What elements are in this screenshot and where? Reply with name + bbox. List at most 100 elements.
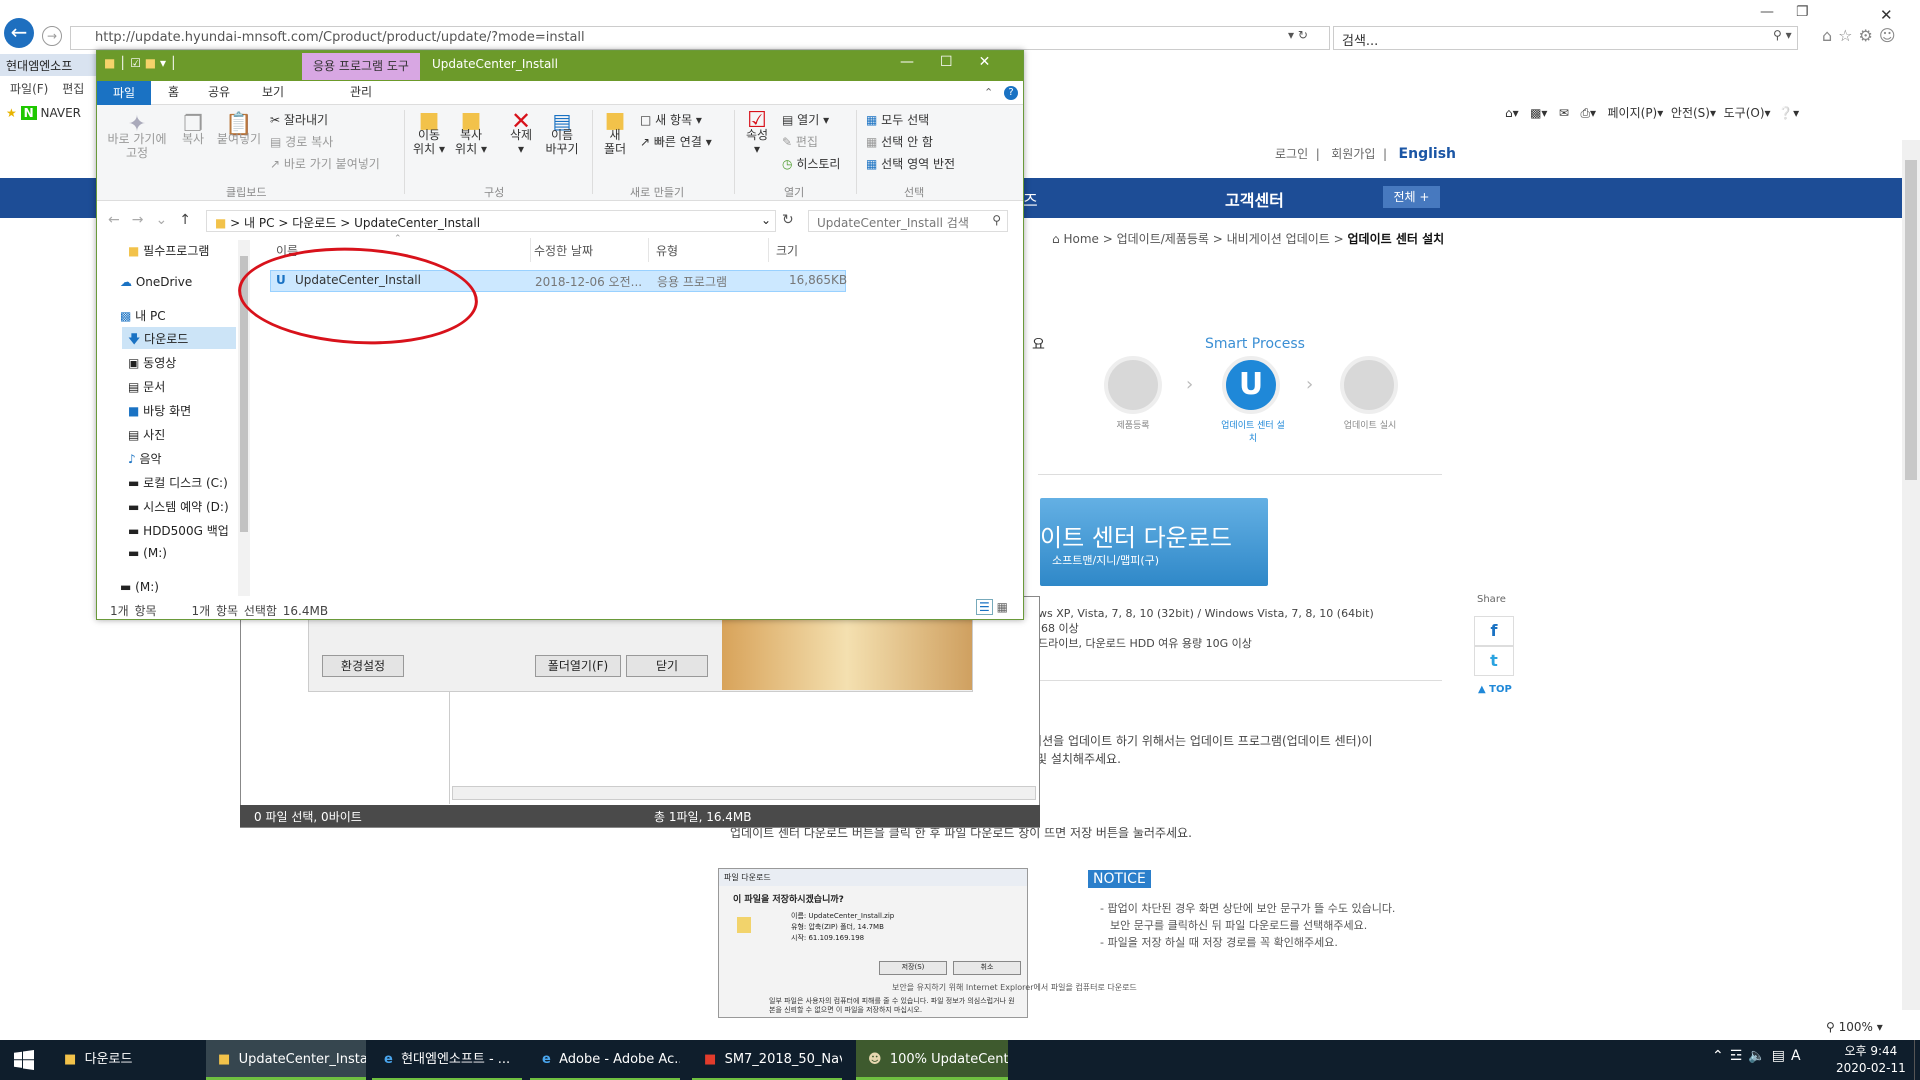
tab-home[interactable]: 홈 (168, 83, 179, 100)
details-view-icon[interactable]: ☰ (976, 599, 993, 615)
volume-icon[interactable]: 🔈 (1748, 1048, 1771, 1064)
explorer-search-input[interactable]: UpdateCenter_Install 검색 ⚲ (808, 210, 1008, 232)
quick-access-toolbar[interactable]: ■ │ ☑ ■ ▾ │ (104, 56, 177, 70)
clock[interactable]: 오후 9:44 2020-02-11 (1836, 1043, 1906, 1077)
window-controls[interactable]: —❐ (1760, 4, 1831, 20)
quick-access-button[interactable]: ↗ 빠른 연결 ▾ (640, 135, 712, 149)
tab-view[interactable]: 보기 (262, 83, 284, 100)
taskbar-item-updatecenter-folder[interactable]: ■ UpdateCenter_Install (206, 1040, 366, 1080)
path-breadcrumb[interactable]: ■ > 내 PC > 다운로드 > UpdateCenter_Install ⌄ (206, 210, 776, 232)
restore-icon[interactable]: ❐ (1796, 4, 1831, 20)
path-item[interactable]: UpdateCenter_Install (354, 216, 480, 230)
open-button[interactable]: ▤ 열기 ▾ (782, 113, 829, 127)
view-buttons[interactable]: ☰ ▦ (976, 599, 1008, 615)
nav-item-essential[interactable]: ■ 필수프로그램 (128, 242, 209, 259)
favorite-naver[interactable]: NAVER (40, 106, 81, 120)
nav-item-customer-center[interactable]: 고객센터 (1225, 187, 1284, 211)
cut-button[interactable]: ✂ 잘라내기 (270, 113, 328, 127)
print-icon[interactable]: ⎙▾ (1580, 106, 1596, 120)
breadcrumb-item[interactable]: 내비게이션 업데이트 (1227, 232, 1330, 246)
breadcrumb-item[interactable]: Home (1063, 232, 1098, 246)
new-folder-icon[interactable]: ■ (145, 56, 156, 70)
properties-icon[interactable]: ☑ (130, 56, 141, 70)
search-icon[interactable]: ⚲ ▾ (1773, 28, 1792, 42)
refresh-icon[interactable]: ↻ (1298, 28, 1308, 42)
menu-tools[interactable]: 도구(O) (1724, 106, 1765, 120)
top-label[interactable]: TOP (1489, 684, 1512, 695)
horizontal-scrollbar[interactable] (452, 786, 1036, 800)
home-icon[interactable]: ⌂ (1822, 26, 1838, 45)
column-divider[interactable] (530, 238, 531, 262)
back-button[interactable]: ← (4, 18, 34, 48)
windows-start-icon[interactable] (14, 1050, 34, 1070)
tab-share[interactable]: 공유 (208, 83, 230, 100)
zoom-value[interactable]: 100% (1839, 1020, 1873, 1034)
nav-item-downloads[interactable]: 🡇 다운로드 (128, 330, 188, 351)
ime-indicator[interactable]: A (1791, 1048, 1807, 1064)
chevron-up-icon[interactable]: ⌃ (1712, 1048, 1730, 1064)
nav-item-onedrive[interactable]: ☁ OneDrive (120, 275, 192, 289)
paste-button[interactable]: 📋 붙여넣기 (214, 114, 264, 147)
search-icon[interactable]: ⚲ (992, 213, 1001, 227)
forward-button[interactable]: → (42, 26, 62, 46)
chevron-down-icon[interactable]: ⌄ (761, 213, 771, 227)
refresh-icon[interactable]: ↻ (782, 212, 794, 228)
nav-item-hdd-backup[interactable]: ▬ HDD500G 백업 (128, 522, 229, 539)
facebook-share-button[interactable]: f (1474, 616, 1514, 646)
nav-buttons[interactable]: ←→⌄↑ (108, 212, 203, 228)
column-date[interactable]: 수정한 날짜 (534, 242, 593, 259)
path-item[interactable]: 다운로드 (292, 216, 336, 230)
column-size[interactable]: 크기 (776, 242, 798, 259)
nav-item-music[interactable]: ♪ 음악 (128, 450, 162, 467)
system-tray[interactable]: ⌃☲🔈▤A (1712, 1048, 1807, 1064)
nav-item-drive-c[interactable]: ▬ 로컬 디스크 (C:) (128, 474, 228, 491)
nav-item-drive-m[interactable]: ▬ (M:) (128, 546, 167, 560)
tab-file[interactable]: 파일 (97, 81, 151, 105)
nav-all-button[interactable]: 전체 + (1383, 186, 1440, 208)
select-all-button[interactable]: ▦ 모두 선택 (866, 113, 929, 127)
tab-manage[interactable]: 관리 (350, 83, 372, 100)
minimize-icon[interactable]: — (1760, 4, 1796, 20)
page-scrollbar-thumb[interactable] (1905, 160, 1917, 480)
app-tools-tab[interactable]: 응용 프로그램 도구 (302, 53, 420, 80)
paste-shortcut-button[interactable]: ↗ 바로 가기 붙여넣기 (270, 157, 380, 171)
browser-icons[interactable]: ⌂☆⚙☺ (1822, 26, 1902, 45)
menu-file[interactable]: 파일(F) (10, 82, 48, 96)
show-desktop-button[interactable] (1914, 1040, 1920, 1080)
command-bar[interactable]: ⌂▾ ▩▾ ✉ ⎙▾ 페이지(P)▾ 안전(S)▾ 도구(O)▾ ❔▾ (1505, 104, 1799, 121)
rss-icon[interactable]: ▩▾ (1530, 106, 1547, 120)
taskbar-item-update-progress[interactable]: ☻ 100% UpdateCent... (856, 1040, 1008, 1080)
copy-to-button[interactable]: ■ 복사 위치 ▾ (454, 110, 488, 157)
column-type[interactable]: 유형 (656, 242, 678, 259)
pin-button[interactable]: ✦ 바로 가기에 고정 (104, 114, 170, 161)
explorer-window-controls[interactable]: —☐✕ (900, 54, 1016, 70)
notification-icon[interactable]: ▤ (1772, 1048, 1791, 1064)
large-icons-view-icon[interactable]: ▦ (997, 600, 1008, 614)
nav-item-this-pc[interactable]: ▩ 내 PC (120, 307, 166, 324)
delete-button[interactable]: ✕ 삭제 ▾ (504, 109, 538, 156)
download-subtitle[interactable]: 소프트맨/지니/맵피(구) (1052, 552, 1159, 568)
taskbar-item-pdf[interactable]: ■ SM7_2018_50_Nav... (692, 1040, 842, 1080)
signup-link[interactable]: 회원가입 (1331, 147, 1375, 161)
close-icon[interactable]: ✕ (1880, 6, 1893, 24)
home-icon[interactable]: ⌂▾ (1505, 106, 1519, 120)
path-item[interactable]: 내 PC (244, 216, 274, 230)
close-button[interactable]: 닫기 (626, 655, 708, 677)
edit-button[interactable]: ✎ 편집 (782, 135, 818, 149)
nav-item-desktop[interactable]: ■ 바탕 화면 (128, 402, 191, 419)
favorites-star-icon[interactable]: ★ (6, 106, 17, 120)
minimize-icon[interactable]: — (900, 54, 940, 70)
new-item-button[interactable]: □ 새 항목 ▾ (640, 113, 702, 127)
taskbar-item-adobe[interactable]: e Adobe - Adobe Ac... (530, 1040, 680, 1080)
mail-icon[interactable]: ✉ (1559, 106, 1569, 120)
maximize-icon[interactable]: ☐ (940, 54, 979, 70)
open-folder-button[interactable]: 폴더열기(F) (535, 655, 621, 677)
new-folder-button[interactable]: ■ 새 폴더 (600, 110, 630, 157)
twitter-share-button[interactable]: t (1474, 646, 1514, 676)
menu-page[interactable]: 페이지(P) (1608, 106, 1658, 120)
help-icon[interactable]: ? (1004, 86, 1018, 100)
nav-item-pictures[interactable]: ▤ 사진 (128, 426, 165, 443)
nav-item-videos[interactable]: ▣ 동영상 (128, 354, 176, 371)
address-tools[interactable]: ▾ ↻ (1288, 28, 1308, 42)
nav-item-drive-m2[interactable]: ▬ (M:) (120, 580, 159, 594)
